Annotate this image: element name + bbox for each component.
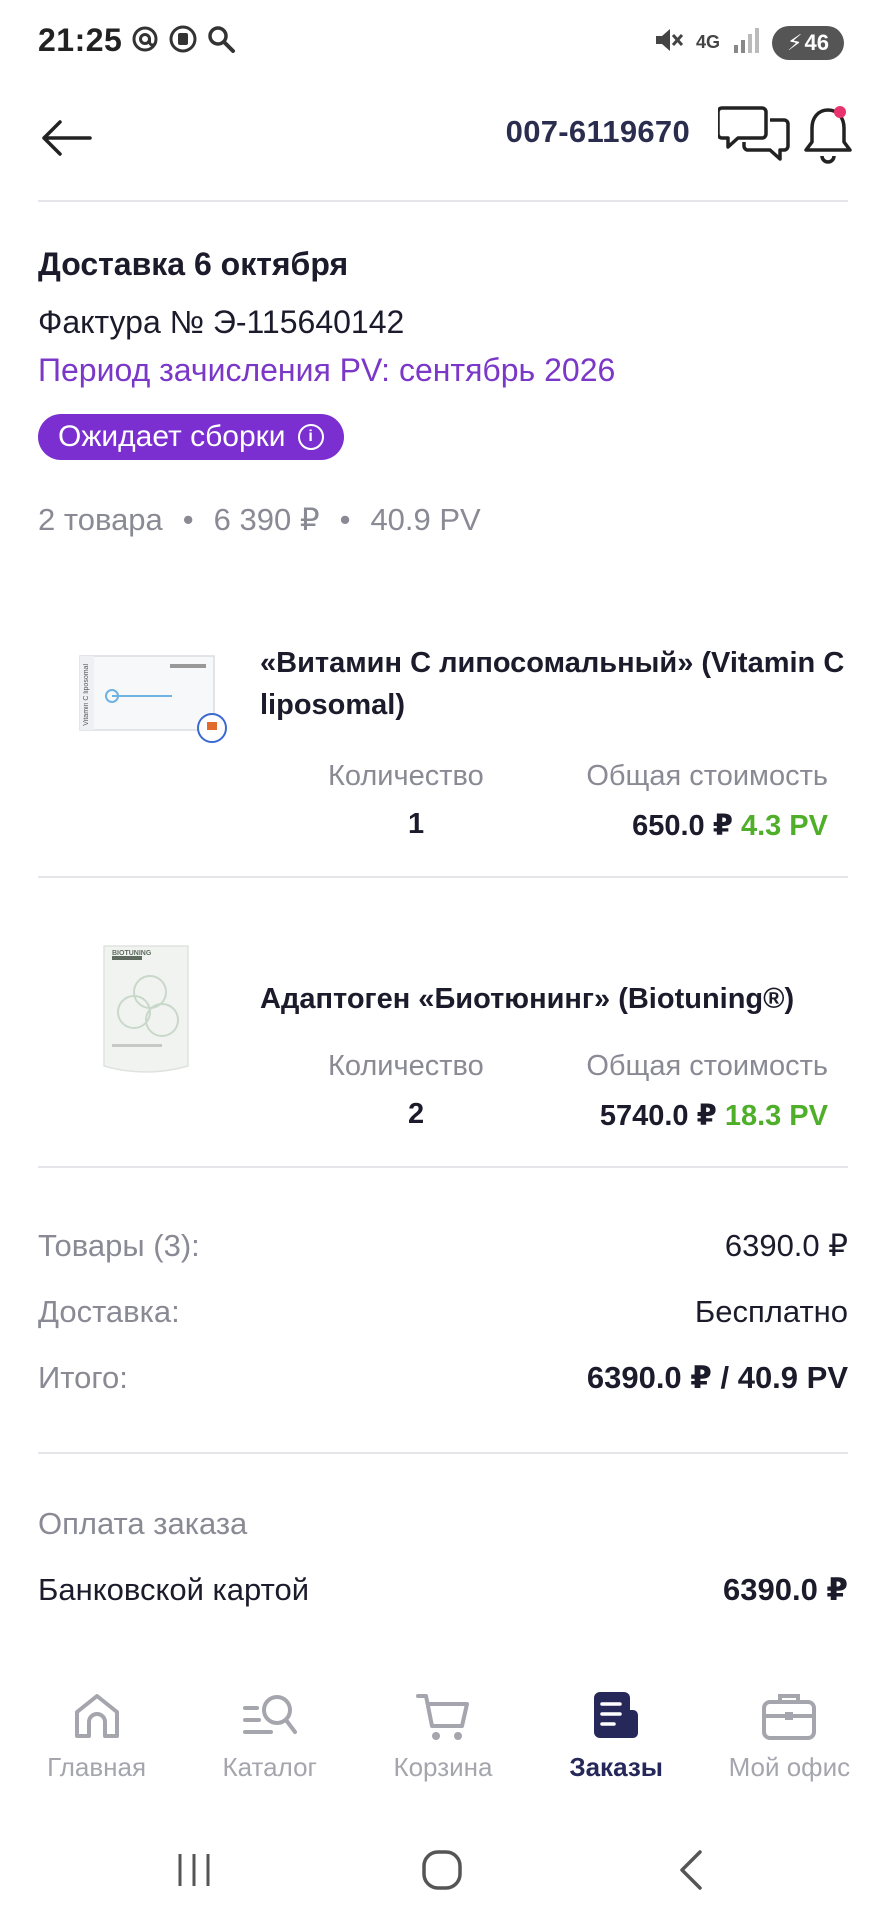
home-system-button[interactable]: [412, 1840, 472, 1900]
delivery-label: Доставка:: [38, 1294, 180, 1329]
delivery-title: Доставка 6 октября: [38, 246, 349, 282]
total-cost-label: Общая стоимость: [586, 760, 828, 792]
nav-item-office[interactable]: Мой офис: [704, 1680, 874, 1783]
sim-icon: [168, 24, 198, 59]
quantity-label: Количество: [328, 1050, 484, 1082]
divider: [38, 1166, 848, 1168]
nav-item-home[interactable]: Главная: [12, 1680, 182, 1783]
nav-label: Мой офис: [728, 1752, 851, 1782]
payment-method: Банковской картой: [38, 1572, 310, 1607]
pv-period: Период зачисления PV: сентябрь 2026: [38, 352, 616, 388]
total-cost-label: Общая стоимость: [586, 1050, 828, 1082]
order-item[interactable]: Vitamin C liposomal «Витамин С липосомал…: [38, 630, 848, 862]
item-pv: 18.3 PV: [724, 1100, 828, 1132]
goods-total-label: Товары (3):: [38, 1228, 200, 1263]
notifications-button[interactable]: [800, 102, 856, 168]
item-price: 650.0 ₽: [632, 810, 733, 842]
item-cost: 5740.0 ₽ 18.3 PV: [600, 1098, 828, 1133]
network-label: 4G: [695, 32, 720, 52]
notification-dot: [834, 106, 846, 118]
status-left-icons: [130, 24, 236, 59]
payment-amount: 6390.0 ₽: [723, 1572, 848, 1607]
mute-icon: [652, 24, 684, 61]
orders-icon: [586, 1686, 646, 1746]
order-item[interactable]: BIOTUNING Адаптоген «Биотюнинг» (Biotuni…: [38, 920, 848, 1152]
info-icon: i: [297, 424, 324, 450]
product-image-vitamin-c: Vitamin C liposomal: [78, 648, 228, 758]
grand-total-label: Итого:: [38, 1360, 128, 1395]
status-badge[interactable]: Ожидает сборки i: [38, 414, 344, 460]
recent-apps-button[interactable]: [164, 1840, 224, 1900]
items-count: 2 товара: [38, 502, 163, 537]
signal-icon: [732, 25, 760, 60]
grand-total-row: Итого: 6390.0 ₽ / 40.9 PV: [38, 1360, 848, 1404]
status-right-icons: 4G ⚡ 46: [652, 24, 844, 61]
delivery-value: Бесплатно: [694, 1294, 848, 1329]
product-image-biotuning: BIOTUNING: [100, 940, 192, 1080]
divider: [38, 200, 848, 202]
quantity-value: 1: [408, 808, 425, 840]
goods-total-value: 6390.0 ₽: [724, 1228, 848, 1263]
chevron-left-icon: [680, 1850, 702, 1890]
system-back-button[interactable]: [662, 1840, 722, 1900]
home-circle-icon: [422, 1850, 462, 1890]
product-image-label: Vitamin C liposomal: [83, 664, 90, 726]
nav-label: Главная: [47, 1752, 147, 1782]
back-button[interactable]: [38, 110, 94, 166]
payment-title: Оплата заказа: [38, 1506, 248, 1541]
separator: •: [182, 502, 194, 537]
status-time: 21:25: [38, 22, 123, 58]
order-summary-line: 2 товара • 6 390 ₽ • 40.9 PV: [38, 502, 481, 538]
separator: •: [339, 502, 351, 537]
charging-icon: ⚡: [787, 29, 803, 55]
quantity-value: 2: [408, 1098, 425, 1130]
grand-total-value: 6390.0 ₽ / 40.9 PV: [586, 1360, 848, 1395]
nav-label: Заказы: [569, 1752, 663, 1782]
bell-icon: [804, 108, 852, 164]
status-bar: 21:25 4G ⚡ 46: [0, 0, 886, 88]
at-icon: [130, 24, 160, 59]
back-arrow-icon: [42, 120, 92, 156]
bottom-nav: Главная Каталог Корзина Заказы Мой офис: [0, 1680, 886, 1808]
nav-item-orders[interactable]: Заказы: [531, 1680, 701, 1783]
item-name[interactable]: «Витамин С липосомальный» (Vitamin C lip…: [260, 642, 850, 726]
chat-icon: [716, 106, 790, 161]
nav-item-catalog[interactable]: Каталог: [185, 1680, 355, 1783]
product-image-label: BIOTUNING: [112, 950, 152, 957]
delivery-row: Доставка: Бесплатно: [38, 1294, 848, 1338]
recent-apps-icon: [178, 1854, 210, 1886]
briefcase-icon: [759, 1686, 819, 1746]
item-name[interactable]: Адаптоген «Биотюнинг» (Biotuning®): [260, 978, 850, 1020]
chat-button[interactable]: [716, 102, 792, 168]
nav-item-cart[interactable]: Корзина: [358, 1680, 528, 1783]
item-cost: 650.0 ₽ 4.3 PV: [632, 808, 828, 843]
item-pv: 4.3 PV: [740, 810, 828, 842]
battery-indicator: ⚡ 46: [772, 25, 844, 60]
search-icon: [206, 24, 236, 59]
goods-total-row: Товары (3): 6390.0 ₽: [38, 1228, 848, 1272]
summary-pv: 40.9 PV: [370, 502, 481, 537]
summary-sum: 6 390 ₽: [213, 502, 320, 537]
nav-label: Корзина: [393, 1752, 493, 1782]
invoice-number: Фактура № Э-115640142: [38, 304, 405, 340]
app-header: 007-6119670: [0, 92, 886, 202]
divider: [38, 1452, 848, 1454]
cart-icon: [413, 1686, 473, 1746]
nav-label: Каталог: [222, 1752, 318, 1782]
home-icon: [67, 1686, 127, 1746]
battery-level: 46: [804, 29, 829, 55]
system-navigation-bar: [0, 1830, 886, 1910]
catalog-search-icon: [240, 1686, 300, 1746]
item-price: 5740.0 ₽: [599, 1100, 717, 1132]
status-badge-label: Ожидает сборки: [58, 420, 286, 453]
divider: [38, 876, 848, 878]
quantity-label: Количество: [328, 760, 484, 792]
order-number: 007-6119670: [505, 114, 690, 149]
